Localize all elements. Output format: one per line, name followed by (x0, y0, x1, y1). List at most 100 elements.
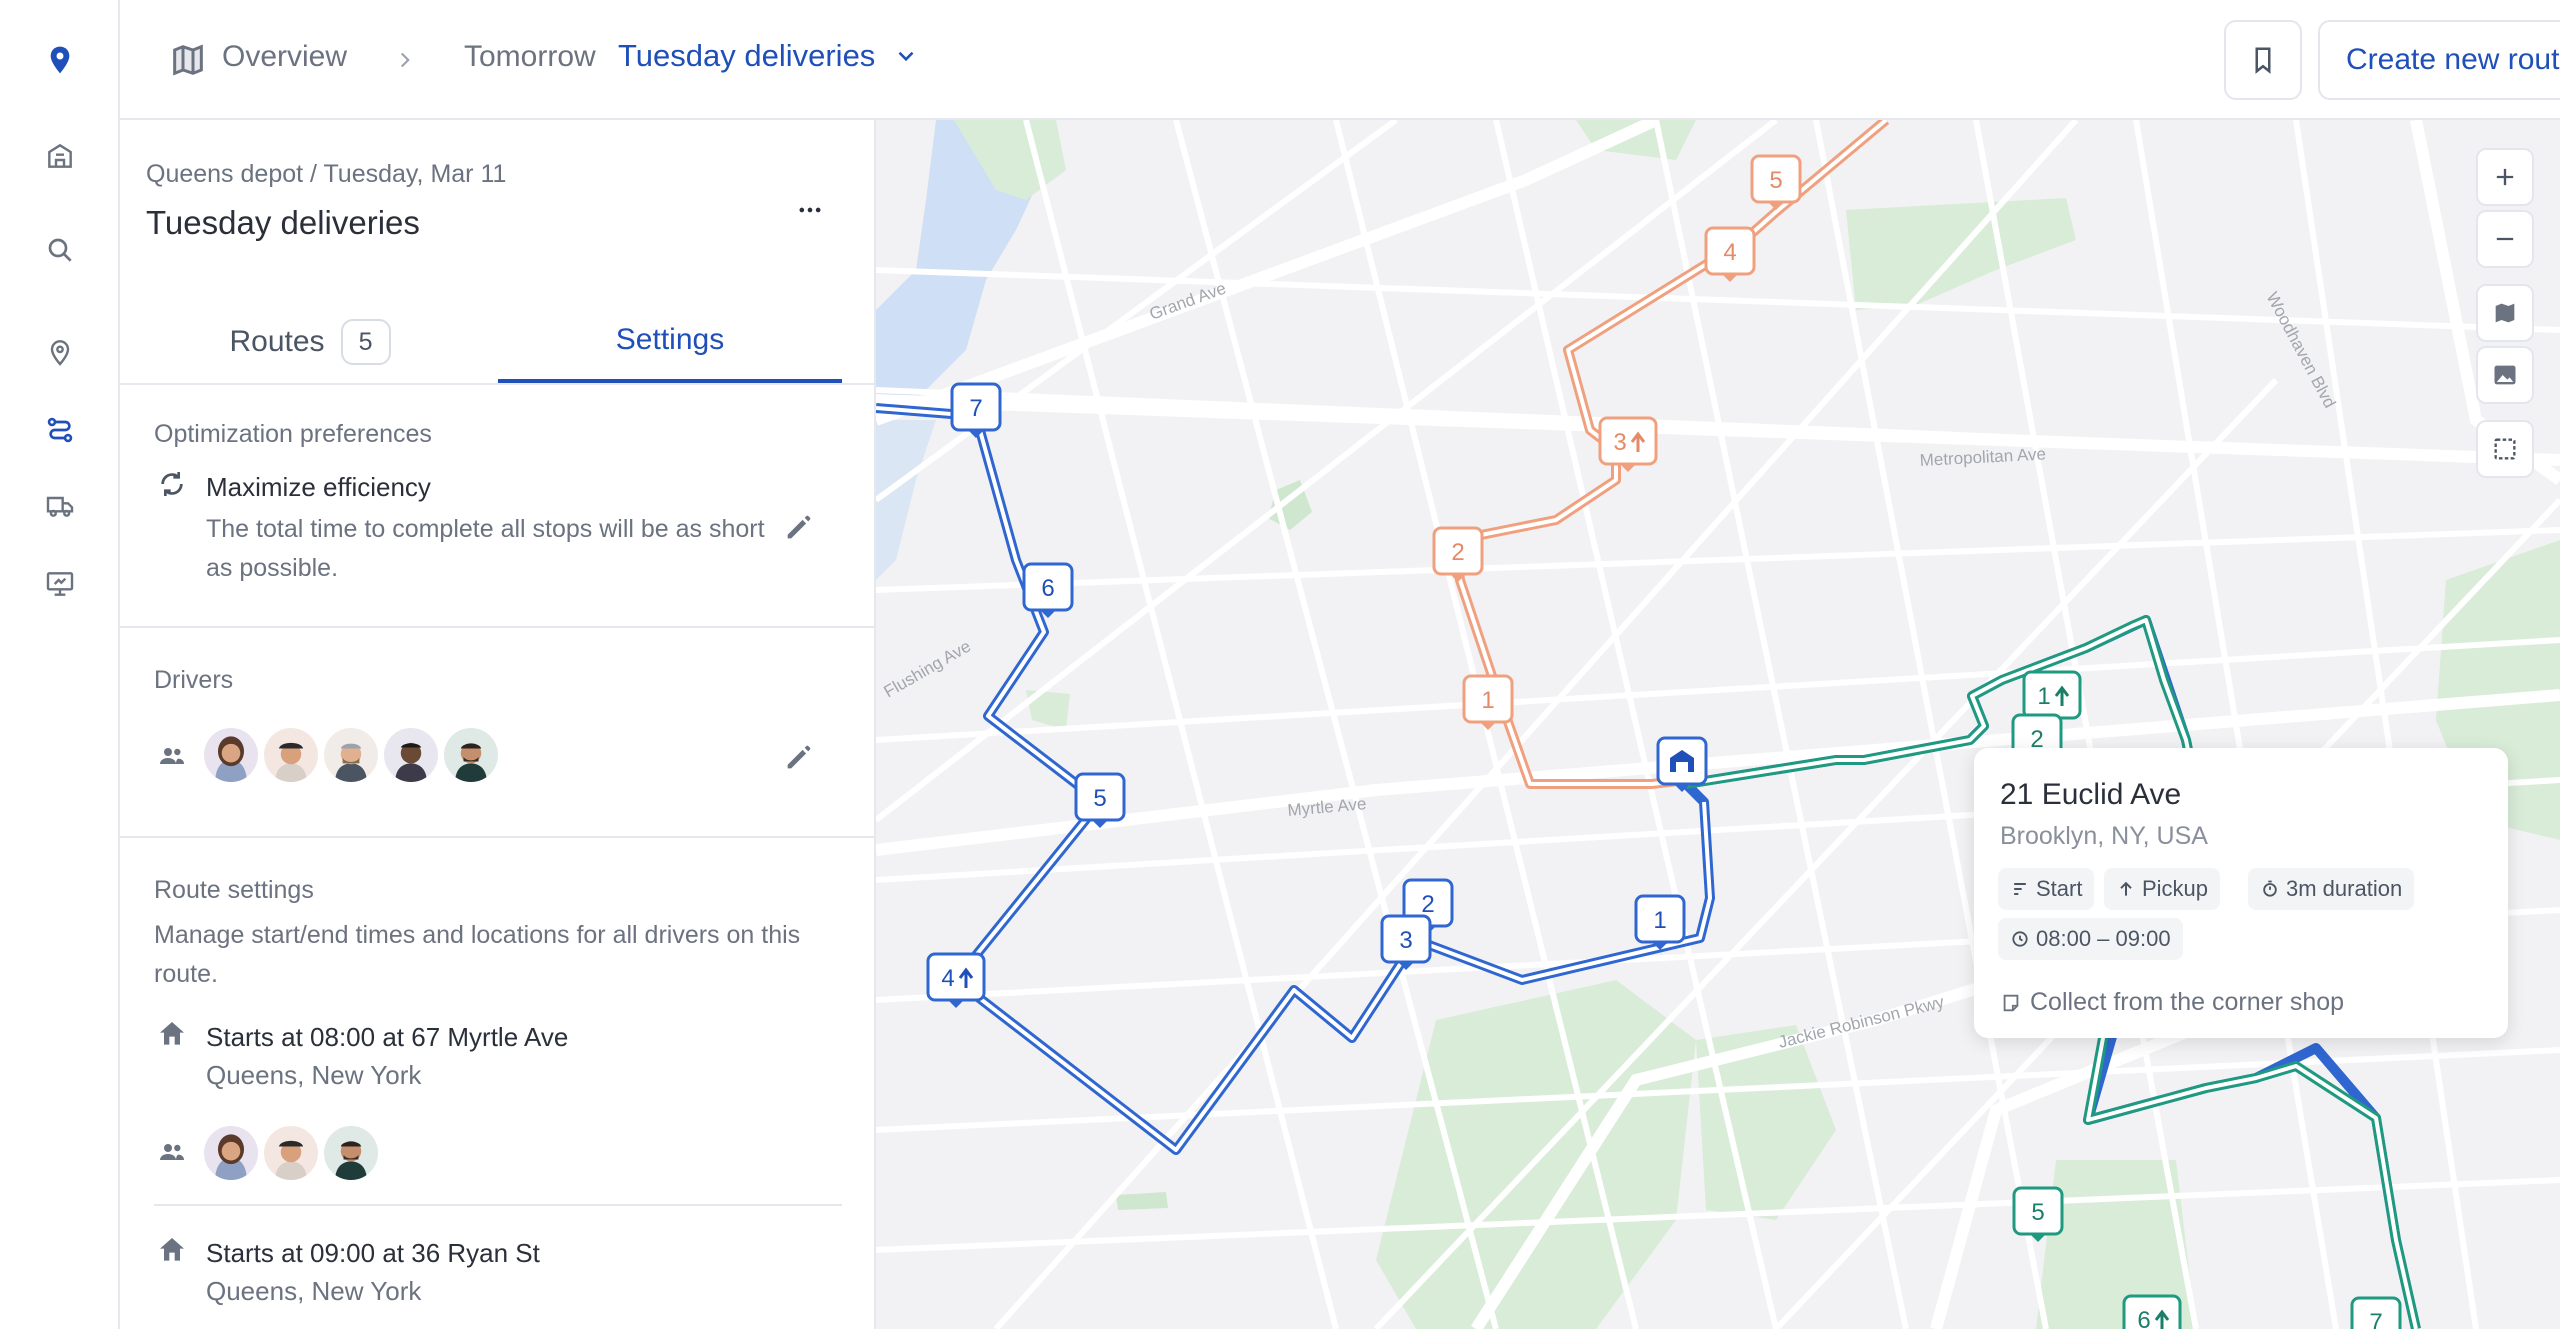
route-settings-description: Manage start/end times and locations for… (154, 921, 801, 988)
truck-icon[interactable] (38, 484, 82, 528)
street-label-flushing: Flushing Ave (881, 636, 975, 701)
tabs-divider (120, 383, 874, 385)
tab-routes-label: Routes (229, 325, 325, 358)
driver-avatar[interactable] (322, 1124, 380, 1182)
stop-note: Collect from the corner shop (2000, 988, 2344, 1017)
more-horizontal-icon (799, 207, 821, 213)
image-icon (2494, 365, 2516, 385)
building-icon[interactable] (38, 134, 82, 178)
presentation-icon[interactable] (38, 562, 82, 606)
plus-icon (2496, 168, 2514, 186)
map-canvas: Grand Ave Metropolitan Ave Woodhaven Blv… (876, 120, 2560, 1329)
blue-stop-marker-3: 3 (1380, 914, 1432, 970)
home-icon (156, 1018, 188, 1050)
more-options-button[interactable] (782, 182, 838, 238)
people-icon (156, 1136, 188, 1168)
svg-text:6: 6 (1041, 575, 1054, 602)
bookmark-button[interactable] (2224, 20, 2302, 100)
map-pin-icon[interactable] (38, 330, 82, 374)
driver-avatar[interactable] (262, 1124, 320, 1182)
tab-settings-label: Settings (615, 322, 725, 356)
optimization-section-title: Optimization preferences (154, 420, 432, 448)
breadcrumb-overview[interactable]: Overview (222, 40, 347, 74)
routes-count-badge: 5 (340, 319, 391, 365)
time-window-chip: 08:00 – 09:00 (1998, 918, 2183, 960)
stop-details-popup: 21 Euclid Ave Brooklyn, NY, USA Start Pi… (1974, 748, 2508, 1038)
driver-avatar[interactable] (442, 726, 500, 784)
map-icon (2495, 303, 2515, 323)
zoom-out-button[interactable] (2476, 210, 2534, 268)
driver-avatar[interactable] (202, 1124, 260, 1182)
street-label-metropolitan: Metropolitan Ave (1919, 444, 2046, 470)
orange-stop-marker-3-pickup: 3 (1598, 416, 1658, 472)
create-route-button[interactable]: Create new route (2318, 20, 2560, 100)
orange-stop-marker-5: 5 (1750, 154, 1802, 210)
start-location-line[interactable]: Starts at 09:00 at 36 Ryan St (206, 1238, 540, 1269)
start-divider (154, 1204, 842, 1206)
search-icon[interactable] (38, 228, 82, 272)
blue-stop-marker-6: 6 (1022, 562, 1074, 618)
driver-avatar[interactable] (202, 726, 260, 784)
blue-stop-marker-1: 1 (1634, 894, 1686, 950)
route-selector-dropdown[interactable]: Tuesday deliveries (618, 38, 919, 74)
location-pin-logo-icon[interactable] (38, 38, 82, 82)
icon-rail (0, 0, 120, 1329)
arrow-up-icon (2120, 881, 2132, 896)
chevron-right-icon (392, 42, 418, 78)
blue-stop-marker-7: 7 (950, 382, 1002, 438)
route-settings-panel: Queens depot / Tuesday, Mar 11 Tuesday d… (120, 120, 876, 1329)
section-divider (120, 836, 874, 838)
routes-icon[interactable] (38, 408, 82, 452)
breadcrumb-day[interactable]: Tomorrow (464, 40, 596, 74)
fullscreen-button[interactable] (2476, 420, 2534, 478)
edit-drivers-pencil-icon[interactable] (782, 740, 816, 774)
blue-stop-marker-5: 5 (1074, 772, 1126, 828)
refresh-icon (156, 468, 188, 500)
breadcrumb-current: Tuesday deliveries (618, 38, 876, 73)
driver-avatar[interactable] (262, 726, 320, 784)
stop-address: 21 Euclid Ave (2000, 778, 2182, 811)
blue-stop-marker-4-pickup: 4 (926, 952, 986, 1008)
svg-text:2: 2 (1451, 539, 1464, 566)
fullscreen-icon (2494, 438, 2516, 460)
start-location-area: Queens, New York (206, 1276, 422, 1306)
svg-text:1: 1 (2037, 683, 2050, 710)
svg-text:3: 3 (1399, 927, 1412, 954)
minus-icon (2496, 237, 2514, 241)
people-icon (156, 740, 188, 772)
tab-routes[interactable]: Routes 5 (120, 300, 500, 384)
pickup-chip: Pickup (2104, 868, 2221, 910)
driver-avatar[interactable] (382, 726, 440, 784)
optimization-description: The total time to complete all stops wil… (206, 515, 765, 582)
depot-marker (1656, 736, 1708, 792)
map-icon (168, 40, 208, 80)
map-view-button[interactable] (2476, 284, 2534, 342)
panel-subtitle: Queens depot / Tuesday, Mar 11 (146, 160, 507, 188)
driver-avatar[interactable] (322, 726, 380, 784)
svg-text:4: 4 (1723, 239, 1736, 266)
orange-stop-marker-2: 2 (1432, 526, 1484, 582)
street-label-jackie: Jackie Robinson Pkwy (1776, 992, 1946, 1052)
drivers-section-title: Drivers (154, 666, 234, 694)
note-icon (2003, 994, 2019, 1011)
svg-text:5: 5 (1093, 785, 1106, 812)
timer-icon (2263, 880, 2277, 897)
home-icon (156, 1234, 188, 1266)
start-location-area: Queens, New York (206, 1060, 422, 1090)
water-area (876, 420, 936, 580)
park-area (1116, 1192, 1168, 1210)
duration-chip: 3m duration (2248, 868, 2415, 910)
svg-text:3: 3 (1613, 429, 1626, 456)
route-map[interactable]: Grand Ave Metropolitan Ave Woodhaven Blv… (876, 120, 2560, 1329)
start-location-line[interactable]: Starts at 08:00 at 67 Myrtle Ave (206, 1022, 568, 1053)
section-divider (120, 626, 874, 628)
zoom-in-button[interactable] (2476, 148, 2534, 206)
tab-settings[interactable]: Settings (498, 300, 842, 384)
svg-text:1: 1 (1653, 907, 1666, 934)
route-settings-section-title: Route settings (154, 876, 314, 904)
edit-optimization-pencil-icon[interactable] (782, 510, 816, 544)
satellite-view-button[interactable] (2476, 346, 2534, 404)
svg-text:4: 4 (941, 965, 954, 992)
orange-stop-marker-1: 1 (1462, 674, 1514, 730)
svg-text:1: 1 (1481, 687, 1494, 714)
